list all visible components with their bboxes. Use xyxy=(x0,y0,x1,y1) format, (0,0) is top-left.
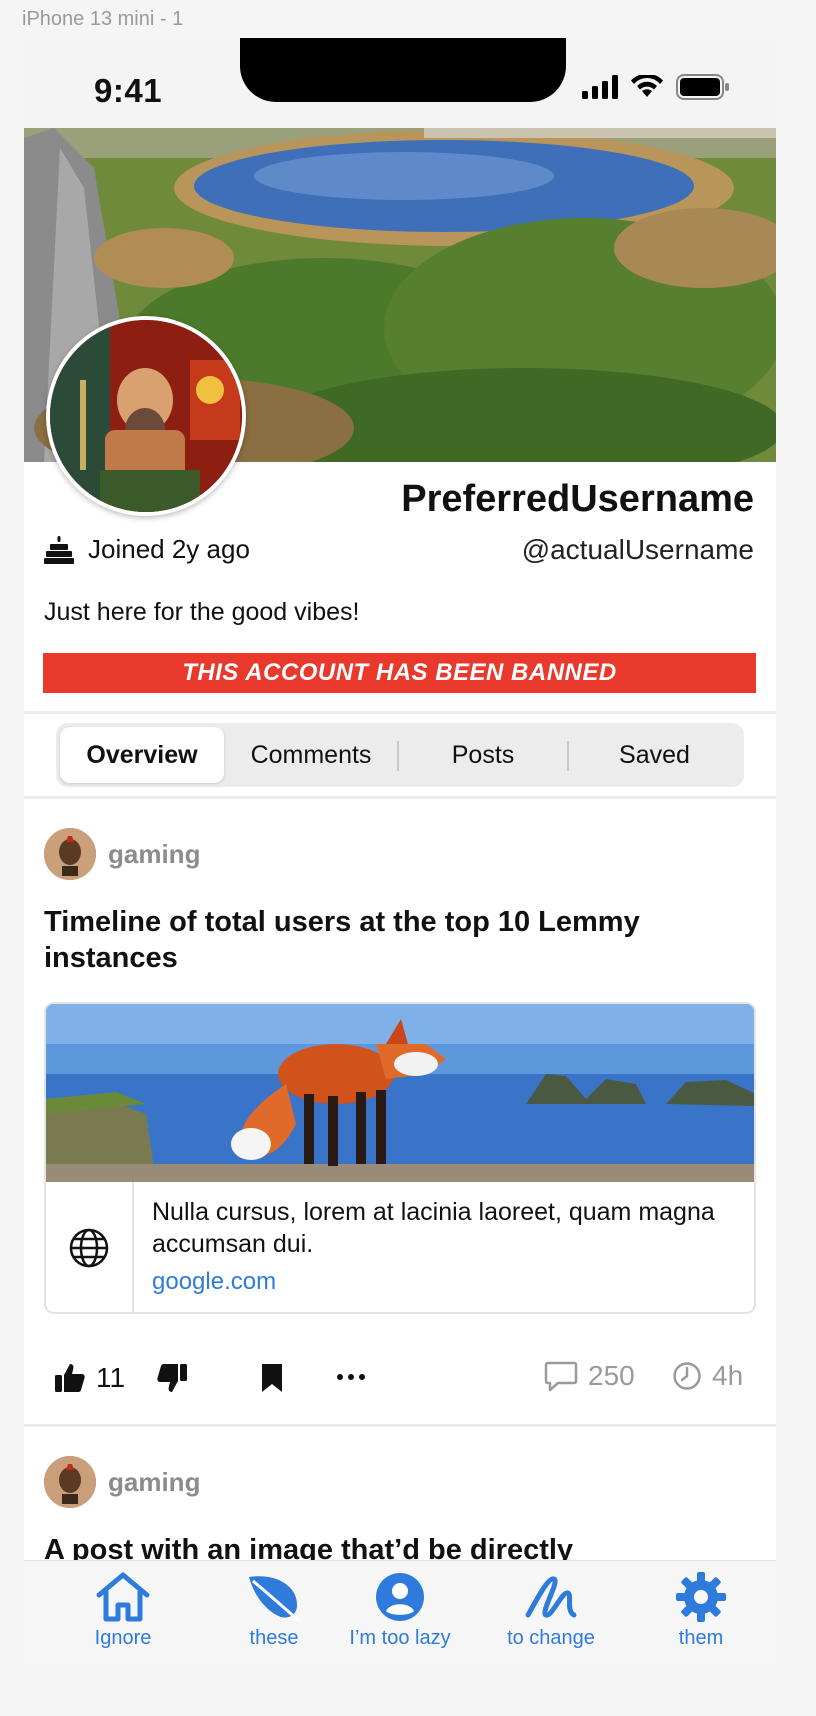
link-description: Nulla cursus, lorem at lacinia laoreet, … xyxy=(152,1198,715,1258)
profile-avatar[interactable] xyxy=(46,316,246,516)
post-community[interactable]: gaming xyxy=(44,1456,200,1508)
community-name: gaming xyxy=(108,838,201,869)
display-name: PreferredUsername xyxy=(401,478,754,520)
cake-icon xyxy=(44,535,74,564)
avatar-image xyxy=(50,320,242,512)
downvote-button[interactable] xyxy=(156,1362,188,1394)
thumbs-down-icon xyxy=(157,1364,187,1392)
upvote-action[interactable]: 11 xyxy=(54,1362,125,1394)
save-button[interactable] xyxy=(260,1362,284,1394)
post-actions: 11 250 4h xyxy=(24,1356,776,1406)
joined-text: Joined 2y ago xyxy=(88,534,250,564)
globe-icon-cell xyxy=(46,1182,134,1312)
community-icon xyxy=(44,828,96,880)
ellipsis-icon xyxy=(337,1374,365,1380)
tab-label: I’m too lazy xyxy=(349,1627,451,1649)
post-community[interactable]: gaming xyxy=(44,828,200,880)
leaf-icon xyxy=(249,1576,301,1623)
post-age: 4h xyxy=(672,1360,743,1392)
battery-icon xyxy=(676,74,729,100)
bottom-tab-bar: Ignore these I’m too lazy to change them xyxy=(24,1560,776,1666)
divider xyxy=(24,711,776,714)
tab-profile[interactable]: I’m too lazy xyxy=(330,1571,470,1650)
comments-count[interactable]: 250 xyxy=(544,1360,635,1392)
post-title[interactable]: Timeline of total users at the top 10 Le… xyxy=(44,904,744,976)
gear-icon xyxy=(676,1572,726,1622)
profile-bio: Just here for the good vibes! xyxy=(44,598,360,626)
comment-icon xyxy=(544,1361,578,1392)
status-bar: 9:41 xyxy=(24,38,776,128)
tab-label: Ignore xyxy=(94,1627,152,1649)
age-text: 4h xyxy=(712,1360,744,1391)
more-options-button[interactable] xyxy=(336,1360,366,1394)
tab-label: them xyxy=(678,1627,724,1649)
scribble-icon xyxy=(525,1576,577,1618)
status-icons xyxy=(582,74,730,100)
community-icon xyxy=(44,1456,96,1508)
joined-info: Joined 2y ago xyxy=(44,534,250,565)
globe-icon xyxy=(69,1228,109,1268)
notch xyxy=(240,38,566,102)
bookmark-icon xyxy=(262,1364,282,1392)
community-name: gaming xyxy=(108,1466,201,1497)
banned-notice: THIS ACCOUNT HAS BEEN BANNED xyxy=(43,653,756,693)
tab-label: these xyxy=(249,1627,299,1649)
signal-icon xyxy=(582,75,618,99)
tab-label: to change xyxy=(507,1627,595,1649)
divider xyxy=(24,796,776,799)
username-handle: @actualUsername xyxy=(521,534,754,565)
profile-tabs: Overview Comments Posts Saved xyxy=(56,723,744,787)
thumbs-up-icon xyxy=(55,1364,85,1392)
comment-count: 250 xyxy=(588,1360,635,1391)
tab-settings[interactable]: them xyxy=(631,1571,771,1650)
link-preview-card[interactable]: Nulla cursus, lorem at lacinia laoreet, … xyxy=(44,1002,756,1314)
tab-saved[interactable]: Saved xyxy=(569,727,740,783)
upvote-count: 11 xyxy=(96,1362,126,1393)
divider xyxy=(24,1424,776,1427)
person-icon xyxy=(376,1573,424,1621)
tab-overview[interactable]: Overview xyxy=(60,727,224,783)
clock-icon xyxy=(673,1362,701,1390)
home-icon xyxy=(96,1572,150,1622)
tab-compose[interactable]: to change xyxy=(481,1571,621,1650)
link-preview-image xyxy=(46,1004,754,1182)
tab-home[interactable]: Ignore xyxy=(53,1571,193,1650)
tab-posts[interactable]: Posts xyxy=(399,727,567,783)
link-url[interactable]: google.com xyxy=(152,1268,276,1296)
frame-label: iPhone 13 mini - 1 xyxy=(22,8,184,30)
tab-comments[interactable]: Comments xyxy=(226,727,396,783)
wifi-icon xyxy=(631,75,663,97)
status-time: 9:41 xyxy=(94,72,163,109)
tab-feed[interactable]: these xyxy=(204,1571,344,1650)
phone-screen: 9:41 PreferredUsername @actualUsername J… xyxy=(24,38,776,1666)
